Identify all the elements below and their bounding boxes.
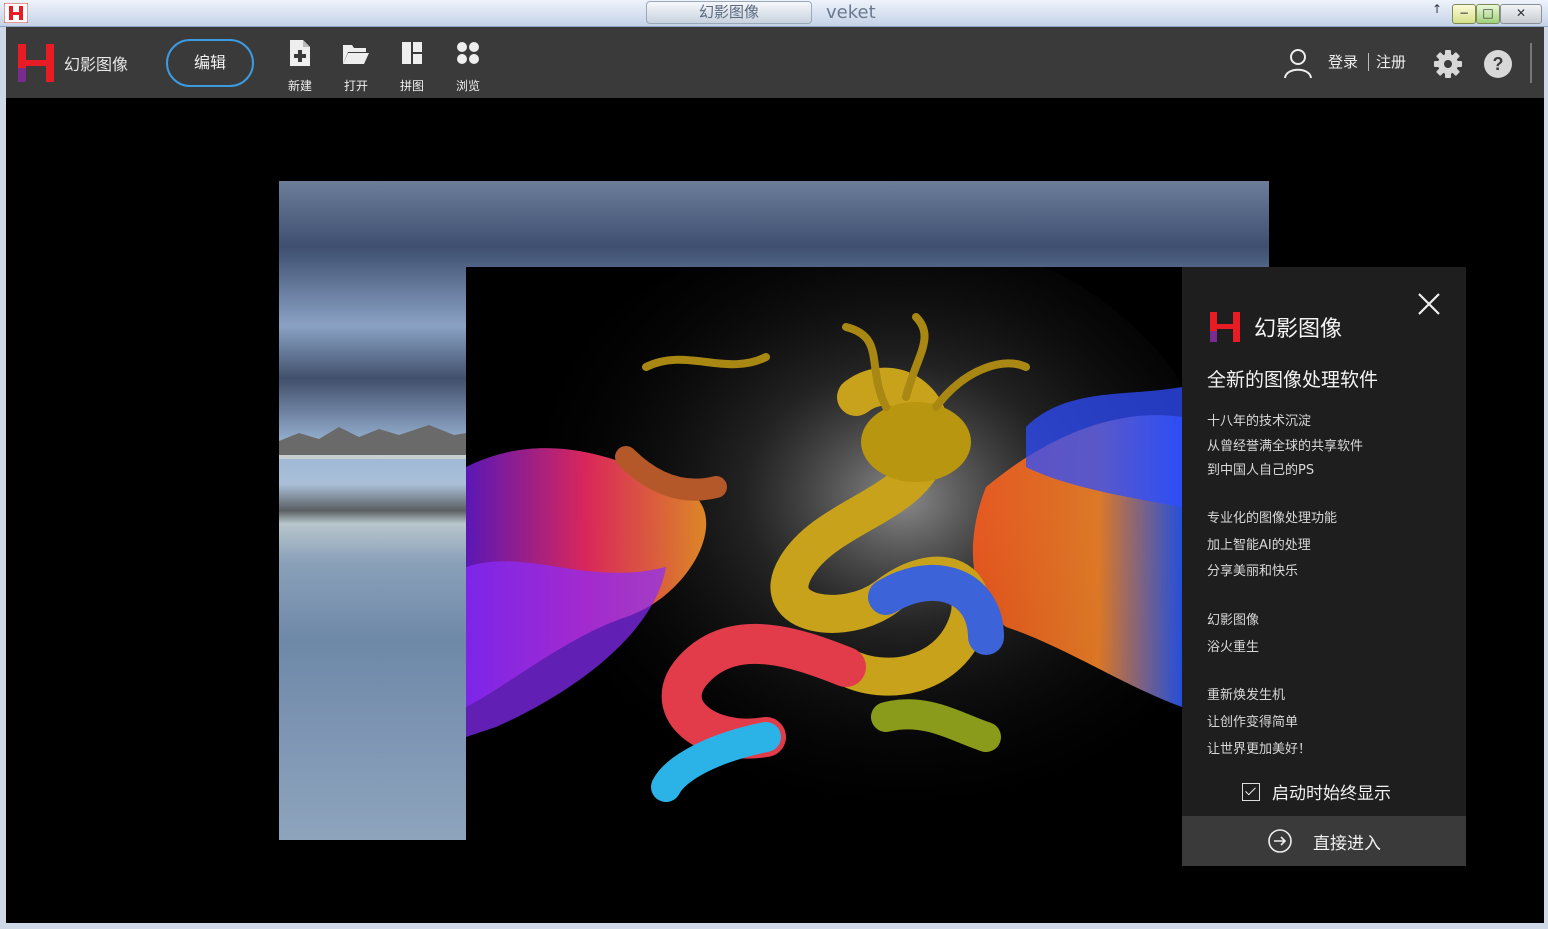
splash-title: 幻影图像 — [1254, 317, 1343, 342]
toolbar-divider — [1530, 43, 1532, 83]
edit-button[interactable]: 编辑 — [166, 39, 254, 87]
splash-line: 让创作变得简单 — [1207, 715, 1299, 730]
collage-icon — [402, 42, 422, 64]
enter-directly-button[interactable]: 直接进入 — [1182, 816, 1466, 866]
splash-line: 到中国人自己的PS — [1207, 463, 1315, 478]
show-on-startup-label: 启动时始终显示 — [1272, 784, 1391, 804]
mountain-shape — [279, 425, 479, 459]
open-label: 打开 — [343, 79, 368, 93]
app-logo-icon — [18, 44, 54, 82]
login-link[interactable]: 登录 — [1328, 51, 1358, 72]
window-title-tab[interactable]: 幻影图像 — [646, 1, 812, 24]
splash-line: 幻影图像 — [1207, 613, 1260, 628]
dragon-artwork-image — [466, 267, 1182, 866]
splash-info-panel: 幻影图像 全新的图像处理软件 十八年的技术沉淀 从曾经誉满全球的共享软件 到中国… — [1182, 267, 1466, 866]
gear-icon[interactable] — [1433, 49, 1463, 79]
close-icon[interactable] — [1414, 289, 1444, 319]
splash-dialog: 幻影图像 全新的图像处理软件 十八年的技术沉淀 从曾经誉满全球的共享软件 到中国… — [466, 267, 1466, 866]
minimize-button[interactable]: − — [1452, 4, 1476, 24]
user-icon[interactable] — [1282, 47, 1314, 79]
maximize-button[interactable]: □ — [1476, 4, 1500, 24]
splash-line: 加上智能AI的处理 — [1207, 538, 1311, 553]
browse-label: 浏览 — [455, 79, 480, 93]
os-title-bar: 幻影图像 veket ↑ − □ ✕ — [0, 0, 1548, 27]
splash-line: 从曾经誉满全球的共享软件 — [1207, 439, 1364, 454]
splash-subtitle: 全新的图像处理软件 — [1207, 369, 1379, 391]
window-close-button[interactable]: ✕ — [1500, 4, 1542, 24]
splash-line: 让世界更加美好！ — [1207, 742, 1312, 757]
show-on-startup-checkbox[interactable]: 启动时始终显示 — [1242, 779, 1391, 804]
new-label: 新建 — [287, 79, 312, 93]
splash-logo-icon — [1210, 312, 1240, 342]
collage-label: 拼图 — [399, 79, 424, 93]
splash-line: 浴火重生 — [1207, 640, 1260, 655]
folder-open-icon — [343, 45, 369, 64]
new-file-icon — [290, 40, 310, 66]
splash-line: 十八年的技术沉淀 — [1207, 414, 1312, 429]
svg-text:?: ? — [1493, 54, 1504, 74]
new-button[interactable]: 新建 — [280, 39, 320, 94]
collage-button[interactable]: 拼图 — [392, 39, 432, 94]
enter-directly-label: 直接进入 — [1313, 833, 1381, 854]
browse-button[interactable]: 浏览 — [448, 39, 488, 94]
browse-icon — [457, 42, 479, 64]
arrow-right-circle-icon — [1268, 829, 1292, 853]
app-name: 幻影图像 — [64, 55, 129, 74]
splash-line: 专业化的图像处理功能 — [1207, 511, 1338, 526]
open-button[interactable]: 打开 — [336, 39, 376, 94]
app-logo-icon — [4, 3, 28, 23]
checkbox-checked-icon[interactable] — [1242, 782, 1260, 801]
login-separator — [1368, 53, 1369, 71]
main-toolbar: 幻影图像 编辑 新建 打开 拼图 浏览 登录 注册 ? — [6, 27, 1544, 98]
splash-line: 分享美丽和快乐 — [1207, 564, 1299, 579]
splash-line: 重新焕发生机 — [1207, 688, 1286, 703]
system-name: veket — [826, 2, 876, 23]
up-arrow-icon[interactable]: ↑ — [1432, 2, 1442, 16]
app-window: 幻影图像 编辑 新建 打开 拼图 浏览 登录 注册 ? 幻影图像 全新的图像处理… — [6, 27, 1544, 923]
register-link[interactable]: 注册 — [1376, 51, 1406, 72]
help-icon[interactable]: ? — [1483, 49, 1513, 79]
